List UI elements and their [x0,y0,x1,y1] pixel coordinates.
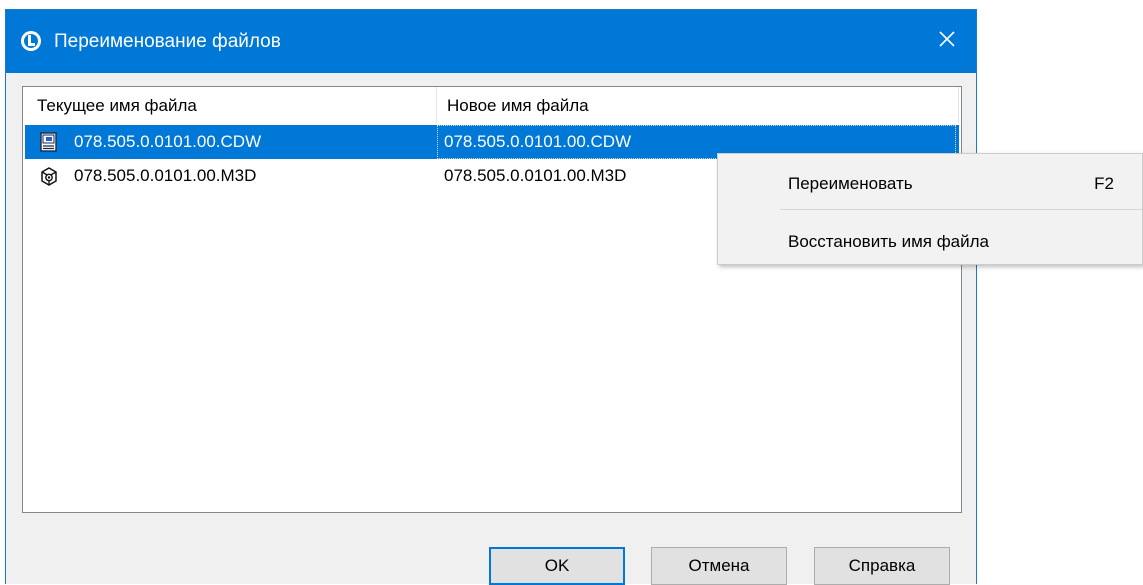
header-divider [958,87,959,123]
drawing-file-icon [39,132,59,152]
menu-item-restore-name[interactable]: Восстановить имя файла [718,216,1142,264]
kompas-logo-icon [20,30,42,52]
rename-files-dialog: Переименование файлов Текущее имя файла … [5,9,977,585]
help-button[interactable]: Справка [814,547,950,585]
context-menu: Переименовать F2 Восстановить имя файла [717,153,1143,265]
column-header-new-name[interactable]: Новое имя файла [436,87,958,123]
window-title: Переименование файлов [54,31,281,52]
menu-separator [780,209,1142,210]
menu-item-label: Переименовать [788,174,913,193]
menu-item-rename[interactable]: Переименовать F2 [718,158,1142,206]
files-list[interactable]: Текущее имя файла Новое имя файла 078.50… [22,86,962,513]
3d-model-file-icon [39,166,59,186]
title-bar: Переименование файлов [6,10,976,73]
column-header-current-name[interactable]: Текущее имя файла [23,87,436,123]
cancel-button[interactable]: Отмена [651,547,787,585]
close-button[interactable] [918,10,976,73]
ok-button[interactable]: OK [489,547,625,585]
current-file-name: 078.505.0.0101.00.M3D [74,166,257,185]
list-header: Текущее имя файла Новое имя файла [23,87,961,123]
current-file-name: 078.505.0.0101.00.CDW [74,132,262,151]
close-icon [939,31,955,52]
menu-item-shortcut: F2 [1094,174,1114,193]
menu-item-label: Восстановить имя файла [788,232,990,251]
